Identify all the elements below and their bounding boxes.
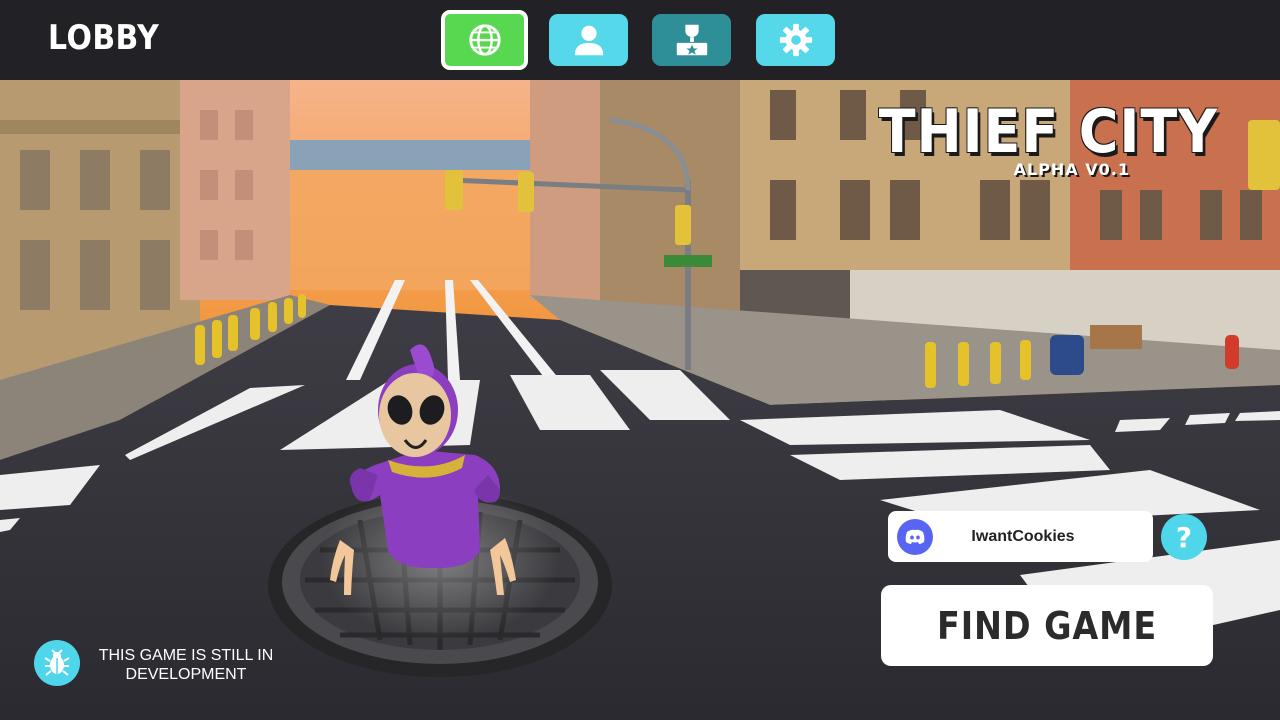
gear-icon	[779, 23, 812, 57]
username-label: IwantCookies	[971, 527, 1075, 545]
top-bar: LOBBY	[0, 0, 1280, 80]
tab-leaderboard-button[interactable]	[652, 14, 731, 66]
development-notice-line2: DEVELOPMENT	[125, 666, 247, 683]
tab-settings-button[interactable]	[756, 14, 835, 66]
profile-icon	[574, 25, 603, 56]
bug-icon	[34, 640, 80, 686]
development-notice: THIS GAME IS STILL IN DEVELOPMENT	[92, 646, 280, 684]
tab-browse-button[interactable]	[441, 10, 528, 70]
find-game-button[interactable]: FIND GAME	[881, 585, 1213, 666]
development-notice-line1: THIS GAME IS STILL IN	[98, 647, 274, 664]
game-title: THIEF CITY	[878, 97, 1218, 167]
globe-icon	[468, 24, 501, 56]
game-logo: THIEF CITY ALPHA V0.1	[841, 100, 1218, 179]
discord-account-card[interactable]: IwantCookies	[888, 511, 1153, 562]
trophy-icon	[676, 24, 707, 56]
discord-icon	[897, 518, 933, 555]
page-title: LOBBY	[48, 18, 160, 58]
tab-profile-button[interactable]	[549, 14, 628, 66]
find-game-label: FIND GAME	[936, 603, 1158, 648]
help-button[interactable]: ?	[1161, 514, 1207, 560]
